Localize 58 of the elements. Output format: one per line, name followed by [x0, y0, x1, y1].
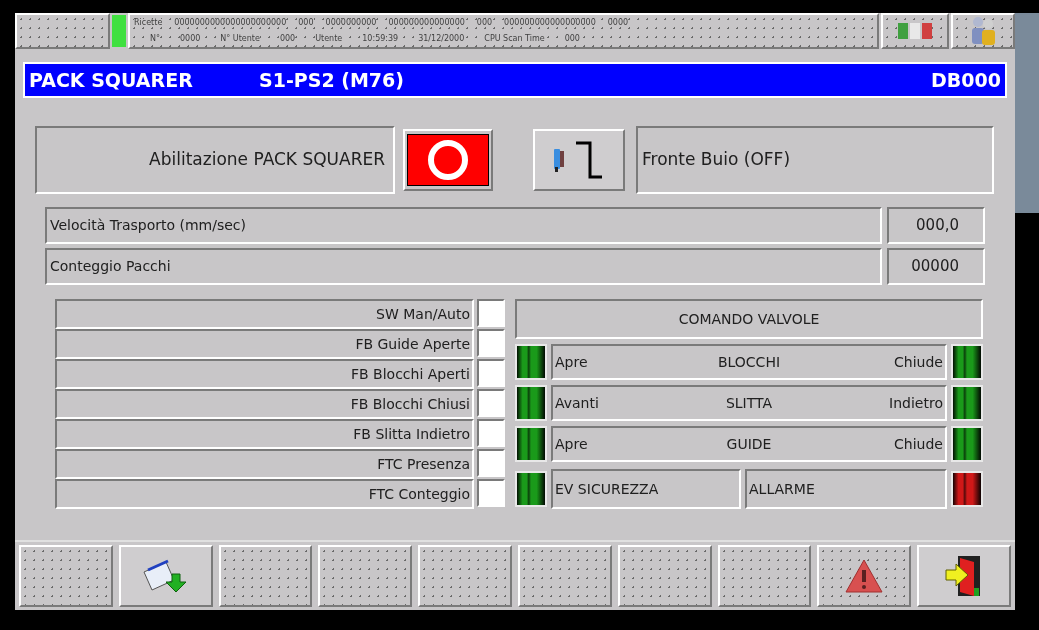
valve-open-label: Avanti	[555, 393, 600, 413]
status-text: 000	[564, 35, 580, 43]
enable-toggle[interactable]	[403, 129, 493, 191]
edge-status: Fronte Buio (OFF)	[636, 126, 994, 194]
enable-label: Abilitazione PACK SQUARER	[35, 126, 395, 194]
valves-heading: COMANDO VALVOLE	[515, 299, 983, 339]
valve-open-label: Apre	[555, 434, 589, 454]
status-text: 000	[476, 19, 493, 27]
input-label: SW Man/Auto	[55, 299, 474, 329]
measure-value: 00000	[887, 248, 985, 285]
circle-icon	[427, 139, 469, 181]
status-text: 0000	[607, 19, 629, 27]
input-label: FTC Presenza	[55, 449, 474, 479]
status-text: 000000000000000	[388, 19, 465, 27]
status-text: CPU Scan Time	[484, 35, 545, 43]
valve-close-label: Indietro	[888, 393, 943, 413]
measure-label: Velocità Trasporto (mm/sec)	[45, 207, 882, 244]
falling-edge-icon	[574, 141, 604, 179]
valve-name: GUIDE	[726, 434, 772, 454]
input-label: FTC Conteggio	[55, 479, 474, 509]
measure-value: 000,0	[887, 207, 985, 244]
language-button[interactable]	[881, 13, 949, 49]
download-button[interactable]	[118, 545, 213, 607]
input-label: FB Blocchi Aperti	[55, 359, 474, 389]
alarm-button[interactable]	[817, 545, 912, 607]
status-light	[112, 15, 126, 47]
valve-name: SLITTA	[725, 393, 773, 413]
status-text: N° Utente	[220, 35, 260, 43]
input-label: FB Blocchi Chiusi	[55, 389, 474, 419]
exit-button[interactable]	[917, 545, 1011, 607]
sensor-button[interactable]	[533, 129, 625, 191]
users-button[interactable]	[951, 13, 1015, 49]
status-text: 0000000000	[325, 19, 377, 27]
flag-icon	[898, 23, 932, 39]
status-text: Utente	[315, 35, 343, 43]
subtitle-text: S1-PS2 (M76)	[259, 67, 405, 93]
status-text: 31/12/2000	[418, 35, 465, 43]
status-text: 0000	[180, 35, 201, 43]
status-text: Ricette	[134, 19, 163, 27]
status-text: 000	[279, 35, 296, 43]
status-text: 000000000000000000	[504, 19, 596, 27]
status-text: N°	[150, 35, 160, 43]
status-text: 000	[298, 19, 314, 27]
valve-open-label: Apre	[555, 352, 589, 372]
safety-label: EV SICUREZZA	[551, 469, 741, 509]
valve-close-label: Chiude	[893, 434, 943, 454]
sensor-icon	[554, 147, 564, 173]
warning-icon	[844, 558, 885, 594]
status-text: 0000000000000000000000	[174, 19, 287, 27]
input-label: FB Slitta Indietro	[55, 419, 474, 449]
alarm-label: ALLARME	[745, 469, 947, 509]
status-text: 10:59:39	[362, 35, 399, 43]
title-text: PACK SQUARER	[29, 67, 194, 93]
valve-close-label: Chiude	[893, 352, 943, 372]
measure-label: Conteggio Pacchi	[45, 248, 882, 285]
code-text: DB000	[931, 67, 1001, 93]
input-label: FB Guide Aperte	[55, 329, 474, 359]
valve-name: BLOCCHI	[717, 352, 781, 372]
